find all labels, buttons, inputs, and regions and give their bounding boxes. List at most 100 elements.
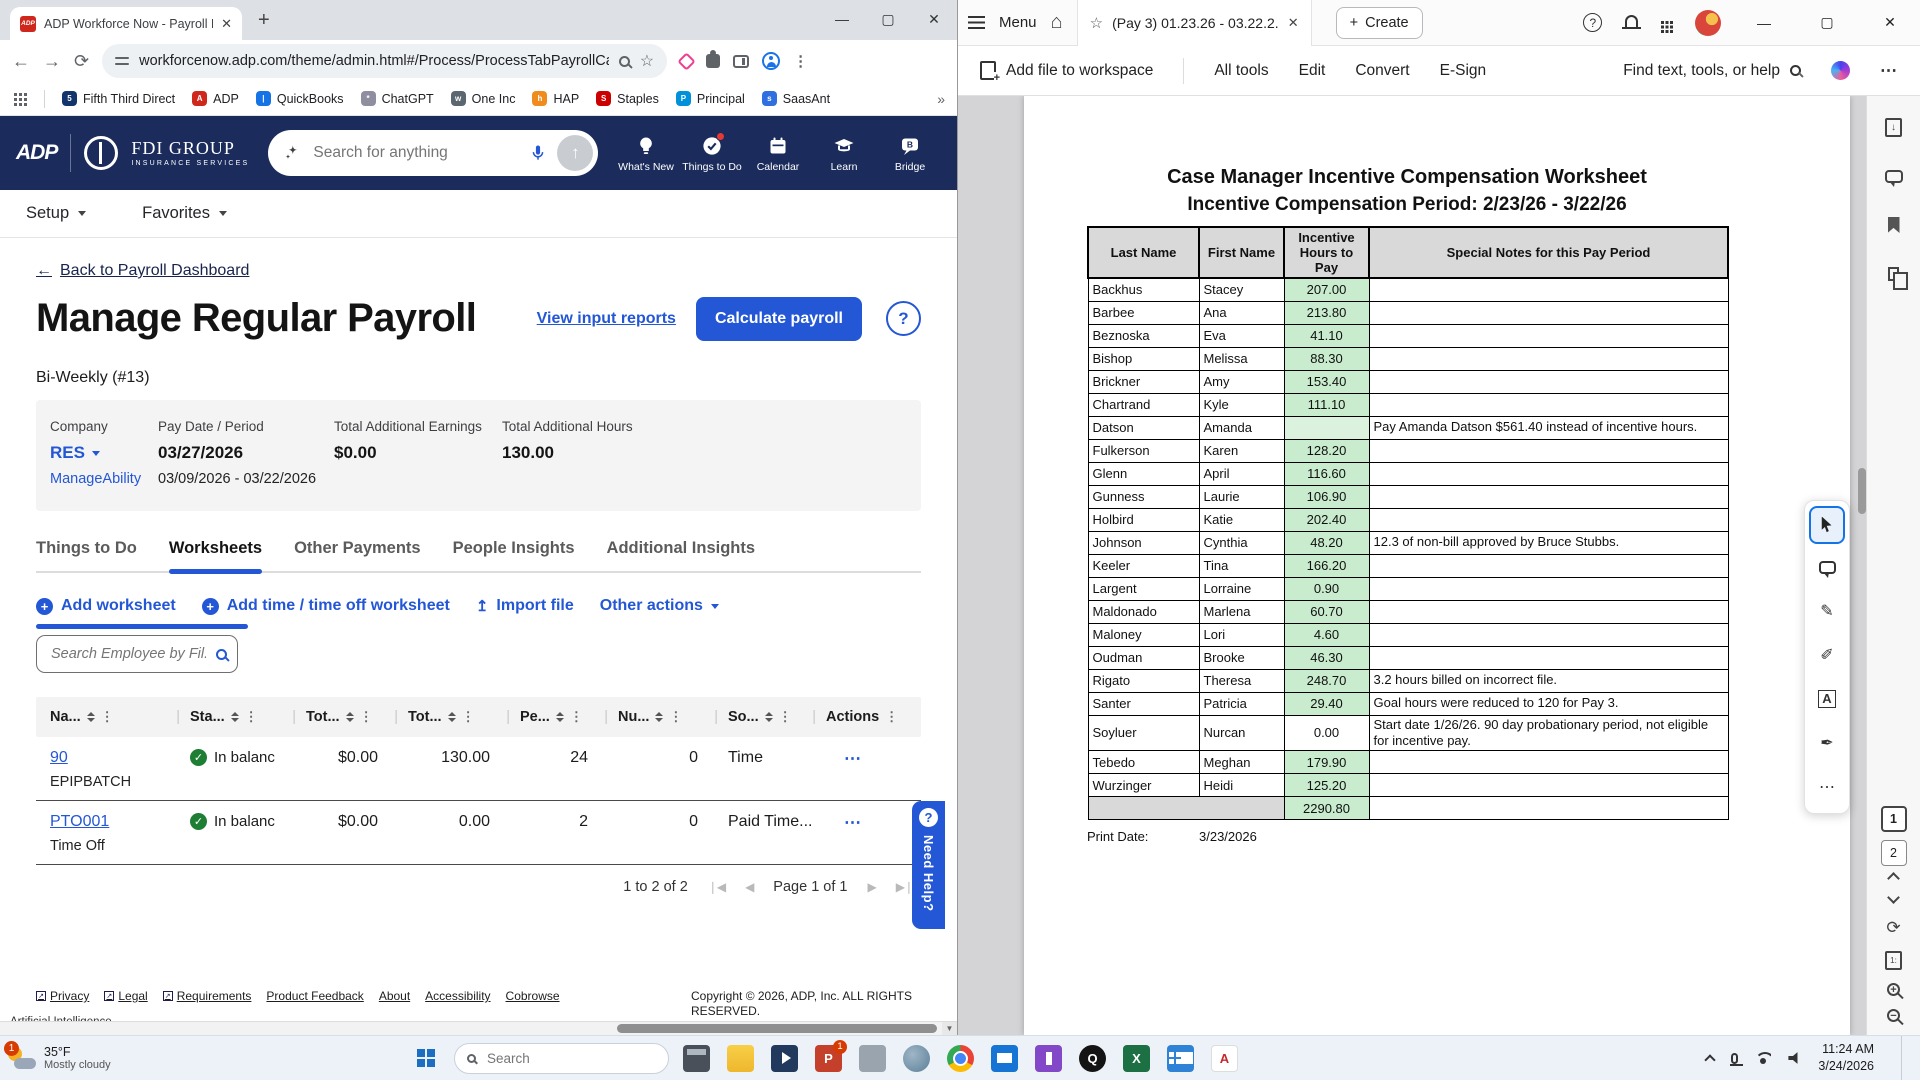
sort-icon[interactable] [556,712,564,723]
last-page-icon[interactable]: ▶❘ [896,880,913,894]
microphone-icon[interactable] [528,143,548,163]
column-menu-icon[interactable]: ⋮ [101,709,114,725]
bookmark-item-staples[interactable]: SStaples [596,91,659,106]
minimize-button[interactable]: — [819,0,865,38]
footer-link-product-feedback[interactable]: Product Feedback [266,989,363,1003]
footer-link-privacy[interactable]: ↗Privacy [36,989,89,1003]
first-page-icon[interactable]: ❘◀ [708,880,725,894]
toolbar-item-convert[interactable]: Convert [1355,62,1409,80]
highlight-tool-icon[interactable]: ✐ [1809,634,1845,676]
search-submit-icon[interactable]: ↑ [557,135,593,171]
more-tools-icon[interactable]: ⋯ [1809,766,1845,808]
back-to-dashboard-link[interactable]: ←Back to Payroll Dashboard [36,262,249,280]
document-scrollbar-thumb[interactable] [1858,468,1866,514]
column-menu-icon[interactable]: ⋮ [885,709,898,725]
excel-icon[interactable]: X [1123,1045,1150,1072]
tab-close-icon[interactable]: ✕ [221,16,232,32]
address-bar[interactable]: workforcenow.adp.com/theme/admin.html#/P… [102,44,667,78]
column-menu-icon[interactable]: ⋮ [360,709,373,725]
document-tab[interactable]: ☆ (Pay 3) 01.23.26 - 03.22.2... ✕ [1077,0,1312,46]
minimize-button[interactable]: — [1744,15,1784,31]
company-select[interactable]: RES [50,443,158,463]
bookmark-star-icon[interactable]: ☆ [640,51,654,71]
close-button[interactable]: ✕ [911,0,957,38]
sort-icon[interactable] [346,712,354,723]
add-time-off-button[interactable]: +Add time / time off worksheet [202,597,450,615]
volume-icon[interactable] [1788,1052,1801,1065]
toolbar-item-edit[interactable]: Edit [1299,62,1326,80]
app-grid-icon[interactable] [1167,1045,1194,1072]
hamburger-menu-icon[interactable] [968,16,985,29]
select-tool-icon[interactable] [1809,506,1845,544]
menu-label[interactable]: Menu [999,14,1037,31]
chrome-icon[interactable] [947,1045,974,1072]
powerpoint-icon[interactable]: P1 [815,1045,842,1072]
start-button[interactable] [406,1049,446,1067]
worksheet-link[interactable]: PTO001 [50,813,109,830]
adp-search-input[interactable] [311,143,519,163]
company-sub-link[interactable]: ManageAbility [50,471,158,487]
bookmark-item-fifth-third-direct[interactable]: 5Fifth Third Direct [62,91,175,106]
weather-widget[interactable]: 1 35°F Mostly cloudy [6,1045,166,1071]
file-explorer-icon[interactable] [727,1045,754,1072]
column-header-pe[interactable]: Pe...⋮| [520,709,618,725]
adp-logo[interactable]: ADP [16,141,57,165]
help-icon[interactable]: ? [1583,13,1602,32]
column-menu-icon[interactable]: ⋮ [669,709,682,725]
site-settings-icon[interactable] [115,55,129,67]
column-header-nu[interactable]: Nu...⋮| [618,709,728,725]
media-player-icon[interactable] [771,1045,798,1072]
star-icon[interactable]: ☆ [1090,14,1103,32]
taskbar-search[interactable] [454,1043,669,1074]
url-text[interactable]: workforcenow.adp.com/theme/admin.html#/P… [139,53,609,69]
search-icon[interactable] [216,649,227,660]
zoom-page-icon[interactable] [619,56,630,67]
employee-search-input[interactable] [49,645,208,663]
add-text-tool-icon[interactable]: A [1809,678,1845,720]
bookmark-item-saasant[interactable]: sSaasAnt [762,91,830,106]
chevron-up-icon[interactable] [1887,872,1900,885]
column-header-actions[interactable]: Actions⋮ [826,709,916,725]
next-page-icon[interactable]: ▶ [867,880,875,894]
tab-people-insights[interactable]: People Insights [453,539,575,571]
outlook-icon[interactable] [991,1045,1018,1072]
hidden-icons-chevron[interactable] [1705,1054,1716,1065]
help-icon[interactable]: ? [886,301,921,336]
tab-other-payments[interactable]: Other Payments [294,539,421,571]
extension-pink-icon[interactable] [677,52,695,70]
new-tab-button[interactable]: + [258,9,270,32]
column-header-sta[interactable]: Sta...⋮| [190,709,306,725]
header-nav-things-to-do[interactable]: Things to Do [681,134,743,173]
tab-worksheets[interactable]: Worksheets [169,539,262,571]
export-pdf-icon[interactable]: ↓ [1877,110,1911,144]
maximize-button[interactable]: ▢ [1807,14,1847,31]
find-bar[interactable]: Find text, tools, or help [1623,62,1801,80]
notifications-icon[interactable] [1625,15,1638,27]
zoom-in-icon[interactable]: + [1887,983,1900,996]
column-header-tot[interactable]: Tot...⋮| [408,709,520,725]
tab-things-to-do[interactable]: Things to Do [36,539,137,571]
ai-chat-icon[interactable] [1877,159,1911,193]
tab-close-icon[interactable]: ✕ [1288,15,1299,31]
bookmark-item-one-inc[interactable]: wOne Inc [451,91,516,106]
employee-search[interactable] [36,635,238,673]
edge-icon[interactable] [903,1045,930,1072]
close-button[interactable]: ✕ [1870,14,1910,31]
apps-grid-icon[interactable] [14,93,17,96]
bookmark-item-adp[interactable]: AADP [192,91,239,106]
scrollbar-thumb[interactable] [617,1024,937,1033]
comment-tool-icon[interactable] [1809,546,1845,588]
footer-link-cobrowse[interactable]: Cobrowse [506,989,560,1003]
menu-setup[interactable]: Setup [26,204,86,223]
scroll-down-icon[interactable]: ▼ [942,1022,957,1035]
ai-assistant-icon[interactable] [1831,61,1850,80]
taskbar-search-input[interactable] [485,1050,635,1067]
column-header-so[interactable]: So...⋮| [728,709,826,725]
other-actions-button[interactable]: Other actions [600,597,719,615]
page-thumb-1[interactable]: 1 [1881,806,1907,832]
add-file-button[interactable]: Add file to workspace [980,61,1153,80]
bookmark-item-chatgpt[interactable]: *ChatGPT [361,91,434,106]
extensions-icon[interactable] [706,54,720,68]
bookmarks-overflow-icon[interactable]: » [937,91,945,107]
view-input-reports-link[interactable]: View input reports [537,310,696,328]
